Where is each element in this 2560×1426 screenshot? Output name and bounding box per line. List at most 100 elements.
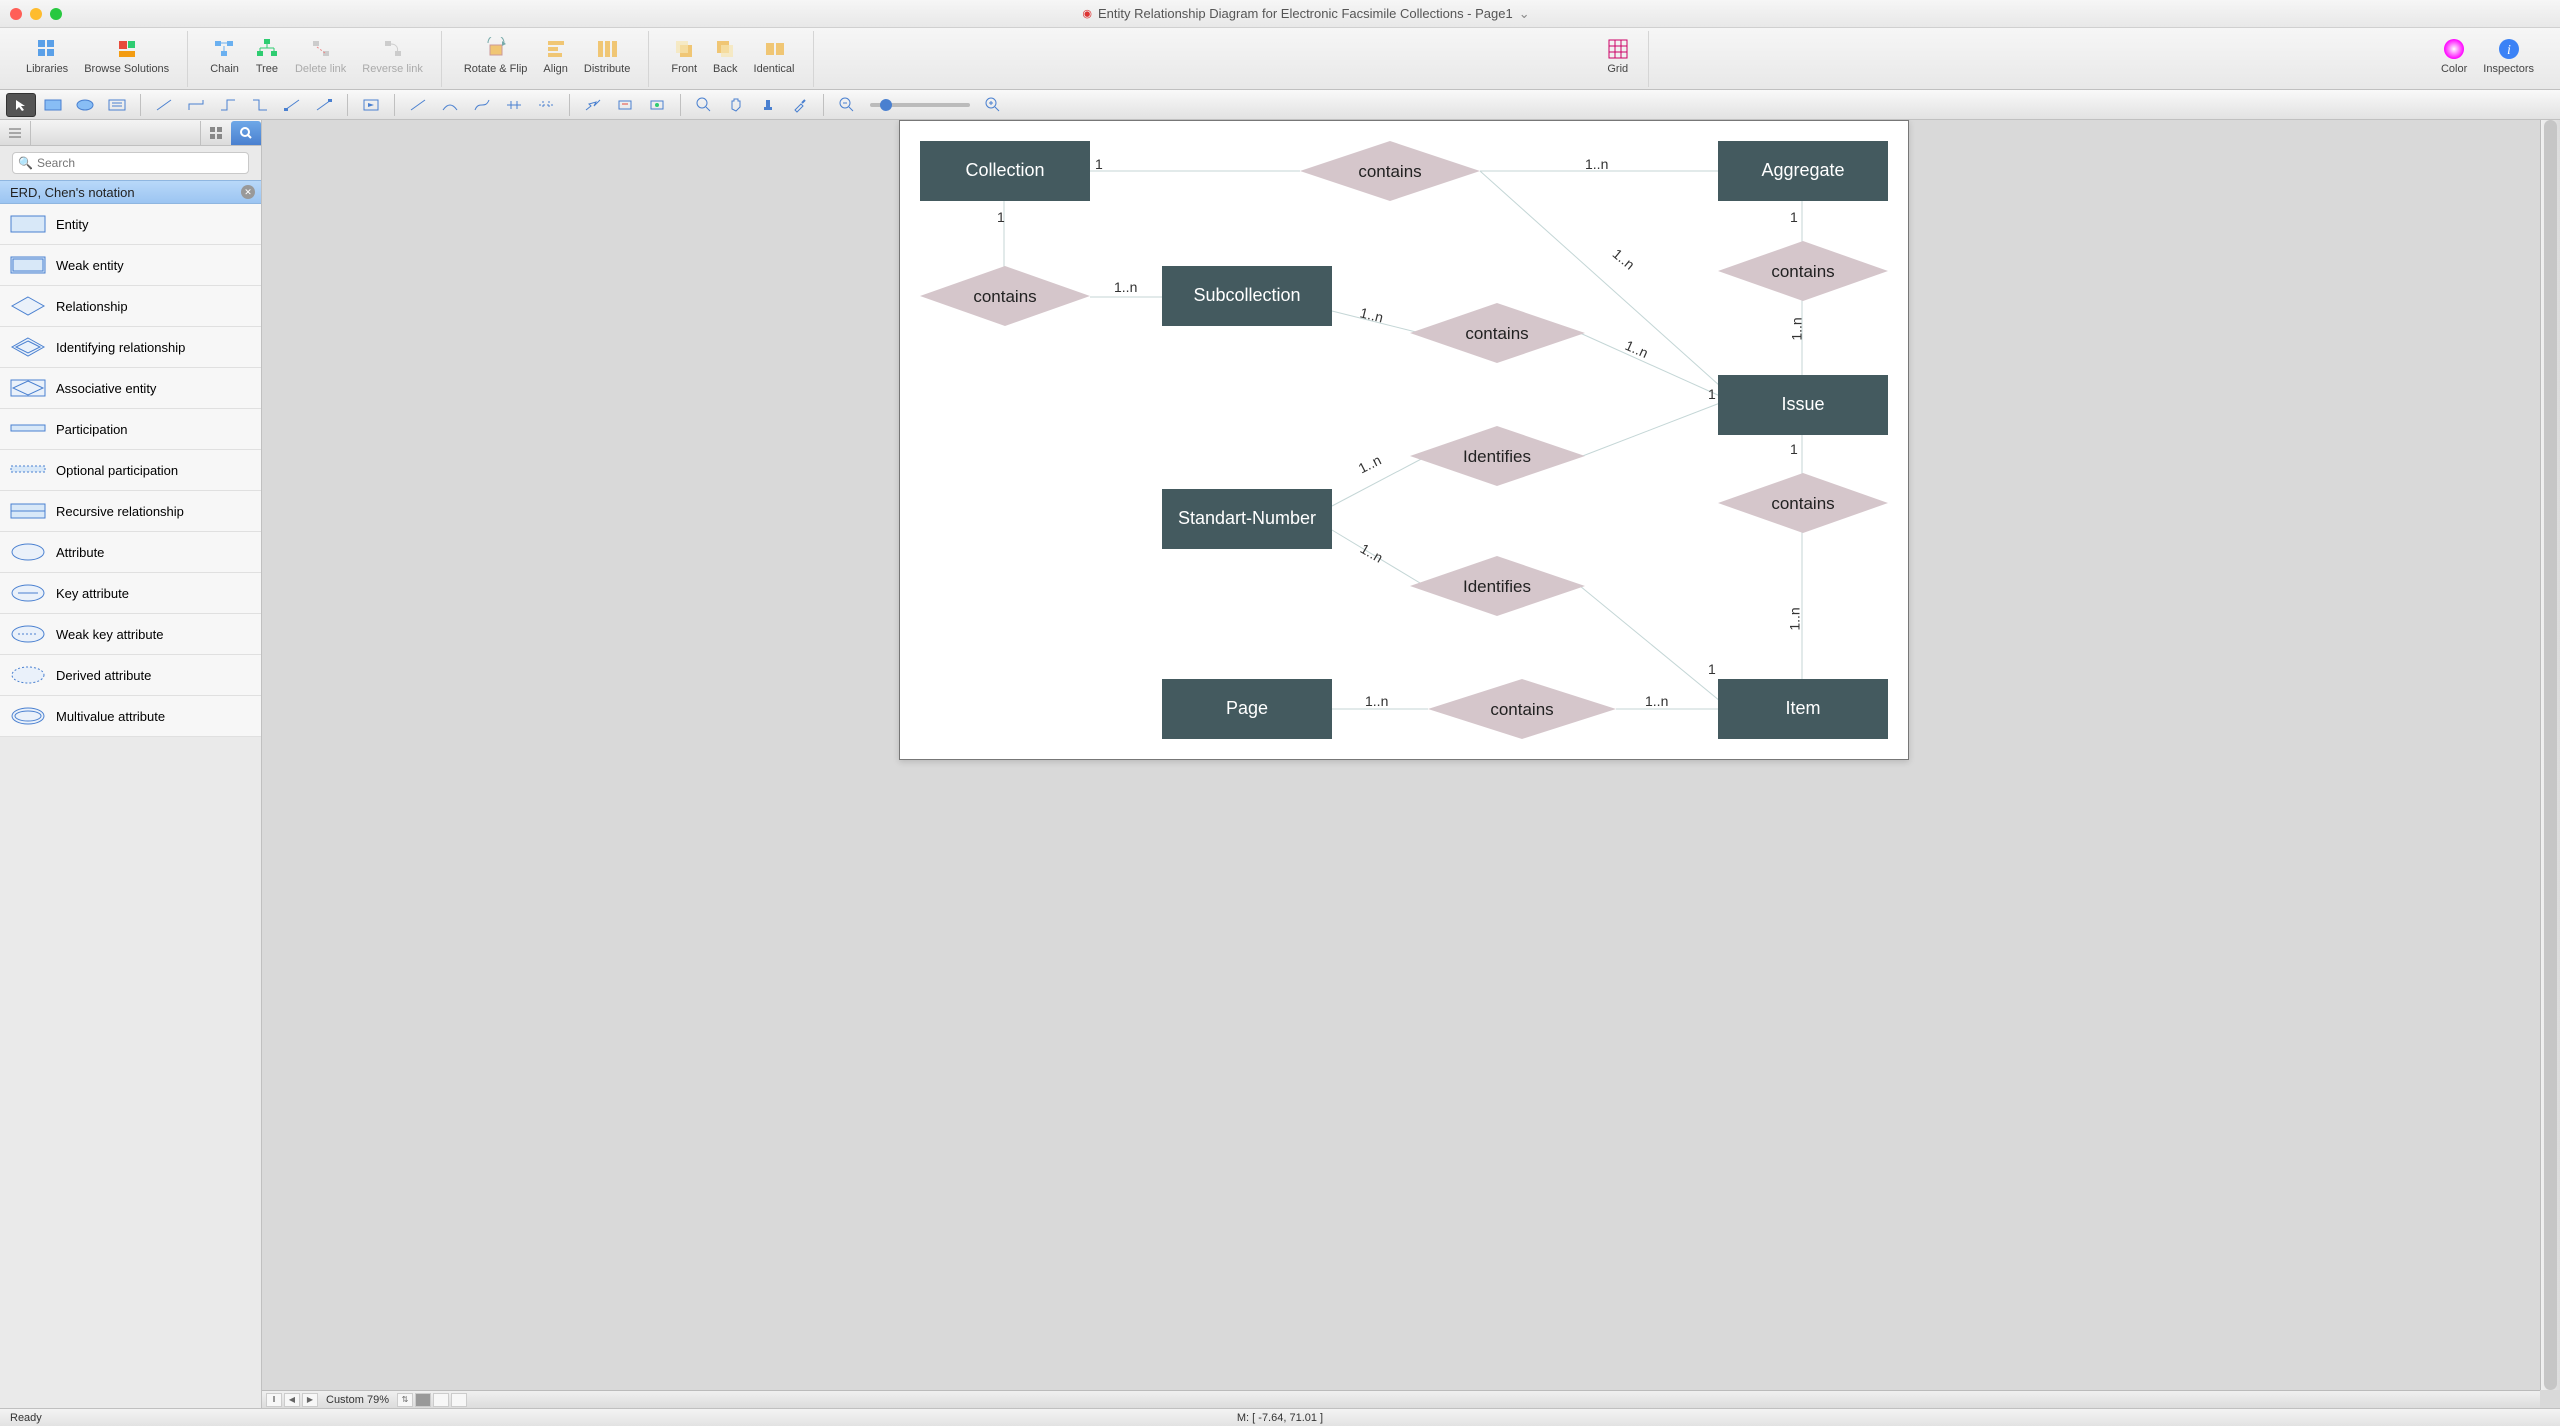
relationship-contains-5[interactable]: contains [1718, 473, 1888, 533]
chain-button[interactable]: Chain [206, 35, 243, 77]
inspectors-button[interactable]: i Inspectors [2479, 35, 2538, 77]
sidebar-tab-outline[interactable] [0, 121, 30, 145]
arc-tool-1[interactable] [403, 93, 433, 117]
spline-tool-3[interactable] [531, 93, 561, 117]
chevron-down-icon[interactable]: ⌄ [1519, 6, 1530, 22]
connector-tool-1[interactable] [213, 93, 243, 117]
browse-button[interactable]: Browse Solutions [80, 35, 173, 77]
text-tool[interactable] [102, 93, 132, 117]
list-item[interactable]: Weak entity [0, 245, 261, 286]
tree-button[interactable]: Tree [251, 35, 283, 77]
break-tool-2[interactable] [610, 93, 640, 117]
main-area: 🔍 ERD, Chen's notation ✕ Entity Weak ent… [0, 120, 2560, 1408]
reverse-link-icon [381, 37, 405, 61]
front-button[interactable]: Front [667, 35, 701, 77]
list-item[interactable]: Weak key attribute [0, 614, 261, 655]
cardinality: 1..n [1358, 304, 1385, 325]
relationship-contains-2[interactable]: contains [920, 266, 1090, 326]
zoom-label[interactable]: Custom 79% [320, 1394, 395, 1406]
distribute-icon [595, 37, 619, 61]
list-item[interactable]: Attribute [0, 532, 261, 573]
zoom-slider[interactable] [870, 103, 970, 107]
close-icon[interactable] [10, 8, 22, 20]
view-mode-2[interactable] [433, 1393, 449, 1407]
spline-tool-1[interactable] [467, 93, 497, 117]
rotate-flip-button[interactable]: Rotate & Flip [460, 35, 532, 77]
canvas-page[interactable]: Collection Aggregate Subcollection Issue… [899, 120, 1909, 760]
relationship-contains-4[interactable]: contains [1410, 303, 1585, 363]
maximize-icon[interactable] [50, 8, 62, 20]
list-item[interactable]: Recursive relationship [0, 491, 261, 532]
main-toolbar: Libraries Browse Solutions Chain Tree De… [0, 28, 2560, 90]
entity-page[interactable]: Page [1162, 679, 1332, 739]
entity-standart-number[interactable]: Standart-Number [1162, 489, 1332, 549]
back-label: Back [713, 63, 737, 75]
scroll-pause-button[interactable]: ‖ [266, 1393, 282, 1407]
back-button[interactable]: Back [709, 35, 741, 77]
zoom-stepper[interactable]: ⇅ [397, 1393, 413, 1407]
color-button[interactable]: Color [2437, 35, 2471, 77]
relationship-identifies-1[interactable]: Identifies [1410, 426, 1585, 486]
list-item[interactable]: Optional participation [0, 450, 261, 491]
align-button[interactable]: Align [539, 35, 571, 77]
item-label: Attribute [56, 545, 104, 560]
entity-item[interactable]: Item [1718, 679, 1888, 739]
sidebar-section-header[interactable]: ERD, Chen's notation ✕ [0, 180, 261, 204]
connector-tool-2[interactable] [245, 93, 275, 117]
canvas-scroll[interactable]: Collection Aggregate Subcollection Issue… [268, 120, 2540, 1390]
list-item[interactable]: Identifying relationship [0, 327, 261, 368]
relationship-contains-3[interactable]: contains [1718, 241, 1888, 301]
entity-aggregate[interactable]: Aggregate [1718, 141, 1888, 201]
arc-tool-2[interactable] [435, 93, 465, 117]
sidebar-tab-search[interactable] [231, 121, 261, 145]
delete-link-button[interactable]: Delete link [291, 35, 350, 77]
connector-tool-3[interactable] [277, 93, 307, 117]
close-icon[interactable]: ✕ [241, 185, 255, 199]
break-tool-3[interactable] [642, 93, 672, 117]
view-mode-3[interactable] [451, 1393, 467, 1407]
vertical-scrollbar[interactable] [2540, 120, 2560, 1390]
entity-subcollection[interactable]: Subcollection [1162, 266, 1332, 326]
insert-tool[interactable] [356, 93, 386, 117]
grid-button[interactable]: Grid [1602, 35, 1634, 77]
entity-collection[interactable]: Collection [920, 141, 1090, 201]
distribute-button[interactable]: Distribute [580, 35, 634, 77]
reverse-link-button[interactable]: Reverse link [358, 35, 427, 77]
relationship-contains-1[interactable]: contains [1300, 141, 1480, 201]
zoom-out-button[interactable] [832, 93, 862, 117]
sidebar-tab-wide[interactable] [30, 121, 201, 145]
shape-toolbar [0, 90, 2560, 120]
zoom-tool[interactable] [689, 93, 719, 117]
list-item[interactable]: Key attribute [0, 573, 261, 614]
elbow-tool[interactable] [181, 93, 211, 117]
view-mode-1[interactable] [415, 1393, 431, 1407]
scroll-left-button[interactable]: ◀ [284, 1393, 300, 1407]
search-input[interactable] [12, 152, 249, 174]
libraries-button[interactable]: Libraries [22, 35, 72, 77]
list-item[interactable]: Multivalue attribute [0, 696, 261, 737]
list-item[interactable]: Associative entity [0, 368, 261, 409]
ellipse-tool[interactable] [70, 93, 100, 117]
break-tool-1[interactable] [578, 93, 608, 117]
rect-tool[interactable] [38, 93, 68, 117]
eyedropper-tool[interactable] [785, 93, 815, 117]
list-item[interactable]: Entity [0, 204, 261, 245]
scroll-right-button[interactable]: ▶ [302, 1393, 318, 1407]
list-item[interactable]: Derived attribute [0, 655, 261, 696]
tree-label: Tree [256, 63, 278, 75]
spline-tool-2[interactable] [499, 93, 529, 117]
line-tool[interactable] [149, 93, 179, 117]
list-item[interactable]: Participation [0, 409, 261, 450]
connector-tool-4[interactable] [309, 93, 339, 117]
minimize-icon[interactable] [30, 8, 42, 20]
sidebar-tab-grid[interactable] [201, 121, 231, 145]
pointer-tool[interactable] [6, 93, 36, 117]
stamp-tool[interactable] [753, 93, 783, 117]
list-item[interactable]: Relationship [0, 286, 261, 327]
relationship-contains-6[interactable]: contains [1428, 679, 1616, 739]
identical-button[interactable]: Identical [750, 35, 799, 77]
relationship-identifies-2[interactable]: Identifies [1410, 556, 1585, 616]
hand-tool[interactable] [721, 93, 751, 117]
entity-issue[interactable]: Issue [1718, 375, 1888, 435]
zoom-in-button[interactable] [978, 93, 1008, 117]
